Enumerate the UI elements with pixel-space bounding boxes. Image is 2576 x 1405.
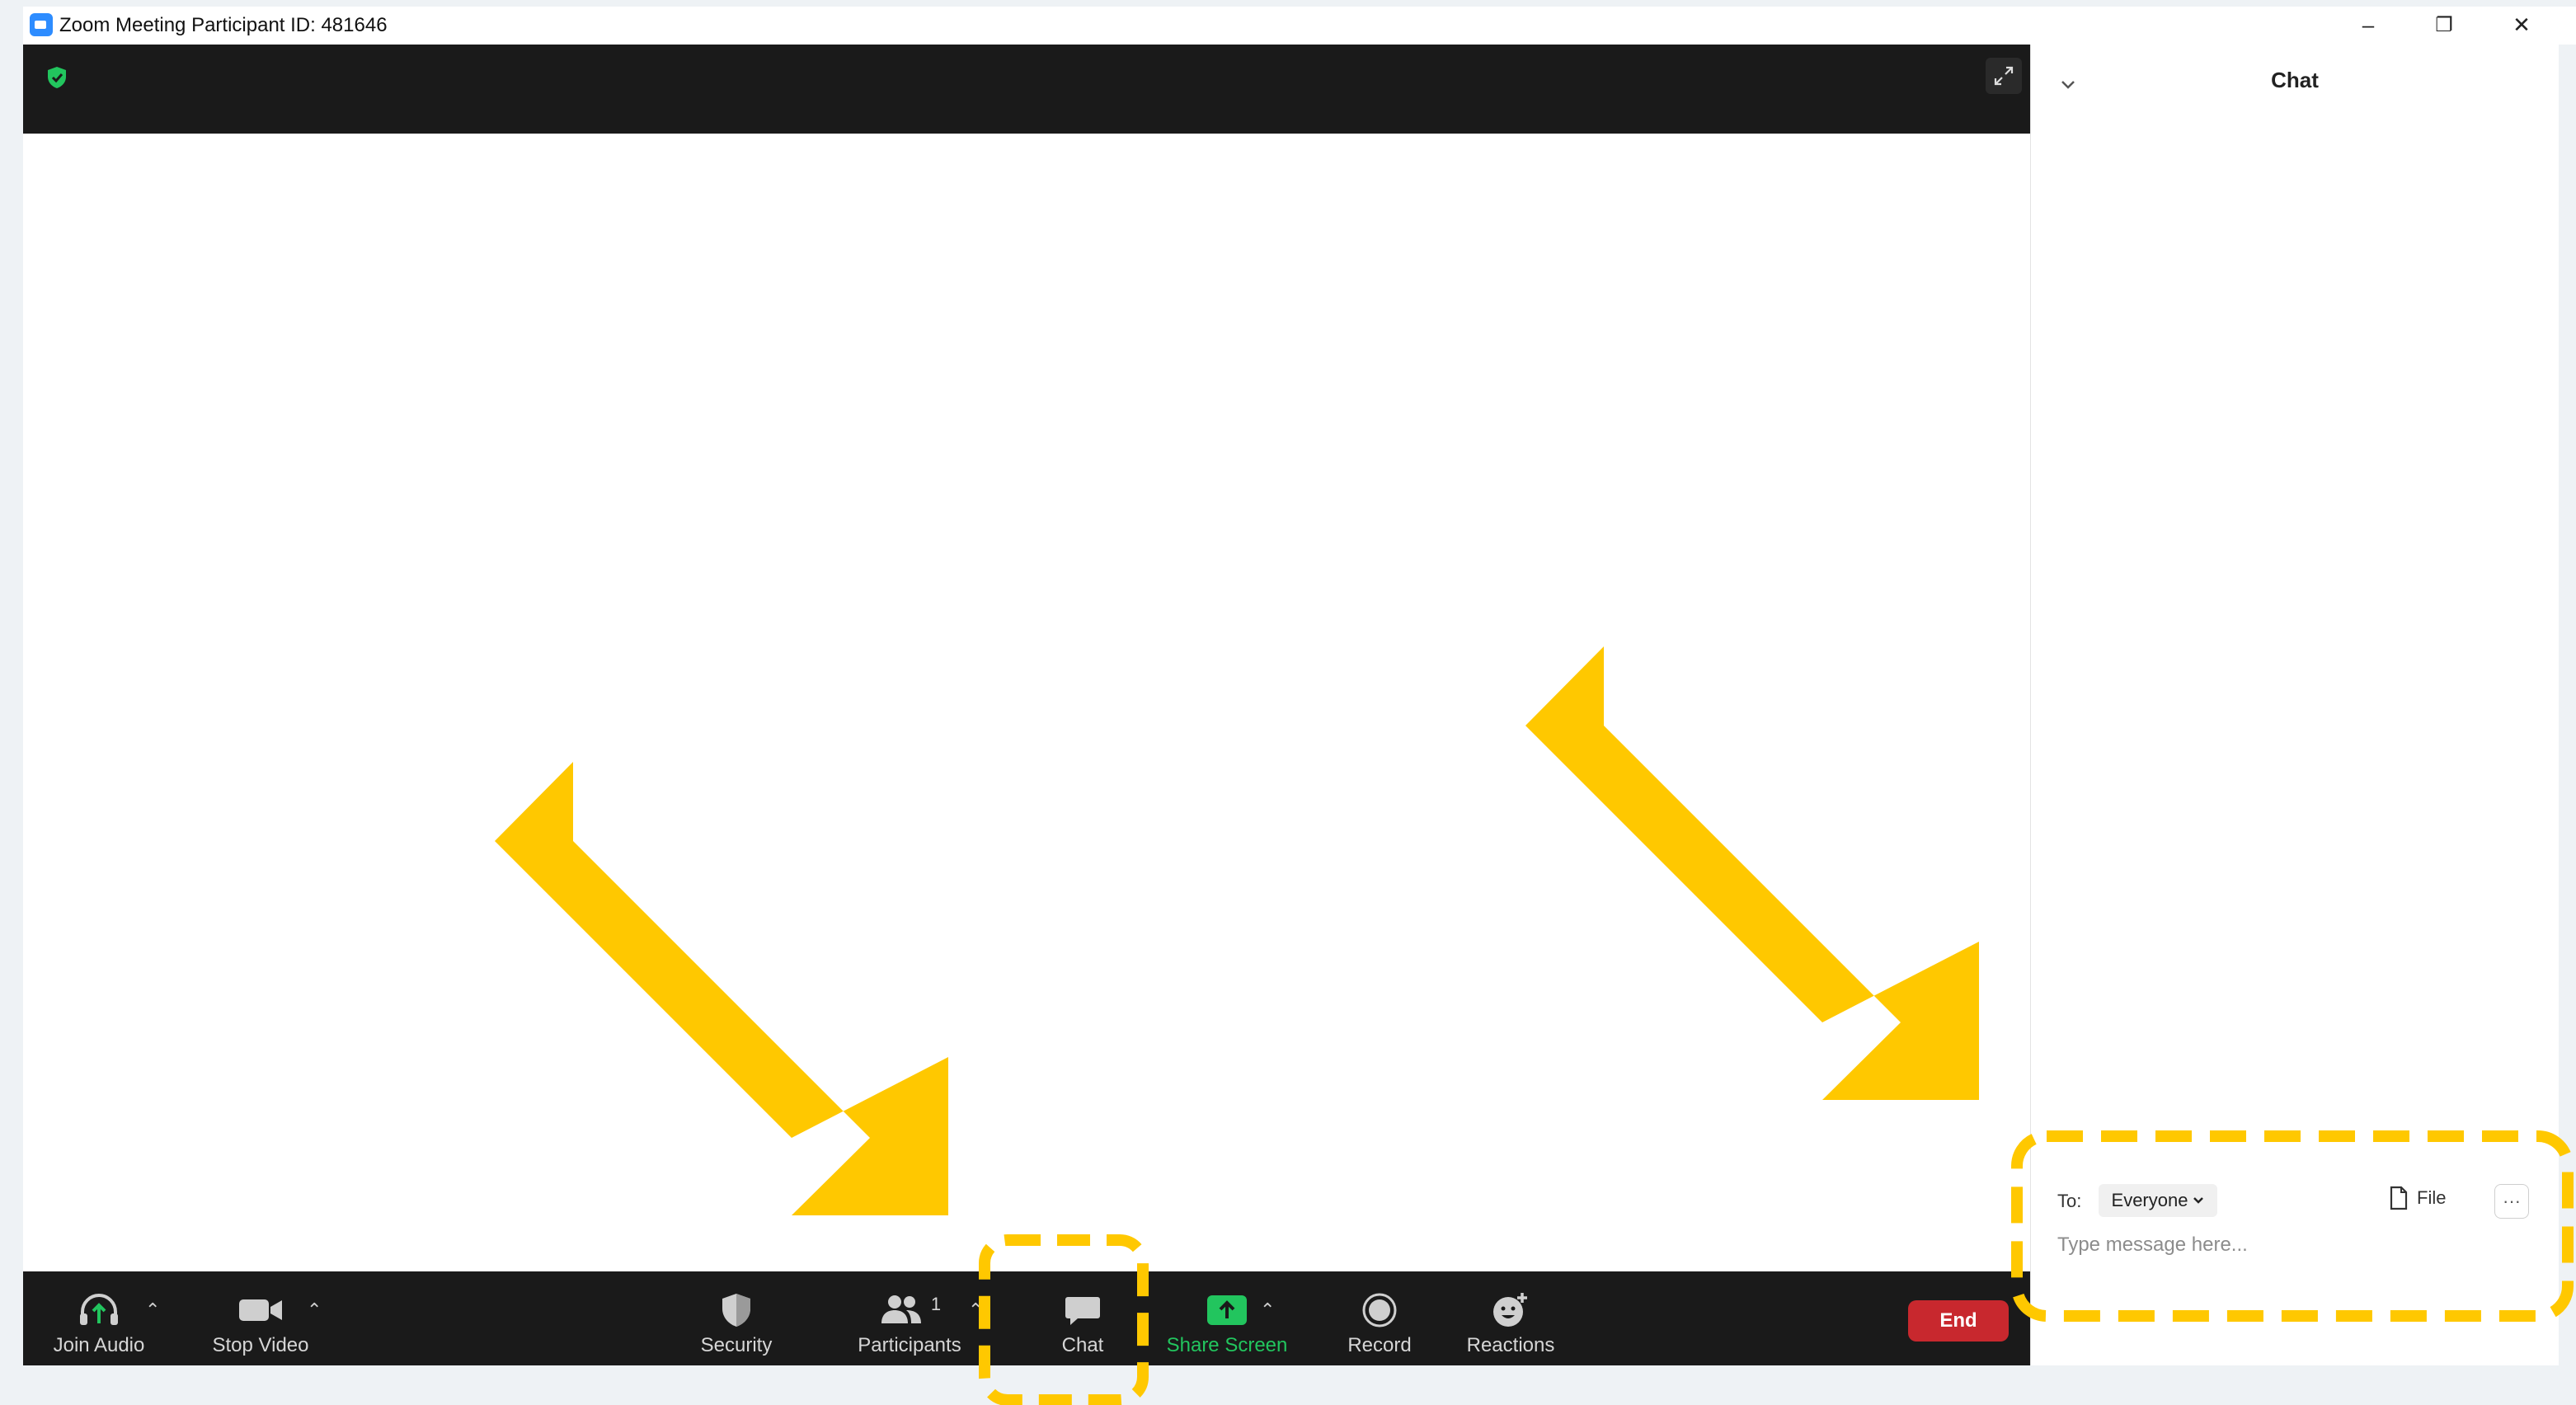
more-options-button[interactable]: ··· bbox=[2494, 1184, 2529, 1219]
record-button[interactable]: Record bbox=[1318, 1271, 1441, 1365]
encryption-shield-icon[interactable] bbox=[46, 66, 68, 89]
chevron-down-icon bbox=[2193, 1197, 2204, 1204]
reactions-icon bbox=[1493, 1293, 1527, 1327]
reactions-button[interactable]: Reactions bbox=[1445, 1271, 1577, 1365]
restore-button[interactable]: ❐ bbox=[2419, 10, 2469, 40]
file-label: File bbox=[2417, 1187, 2447, 1208]
end-button[interactable]: End bbox=[1908, 1300, 2009, 1342]
share-options-caret[interactable]: ⌃ bbox=[1260, 1299, 1275, 1321]
zoom-app-icon bbox=[30, 13, 53, 36]
chat-label: Chat bbox=[1061, 1334, 1104, 1356]
share-screen-label: Share Screen bbox=[1166, 1334, 1288, 1356]
zoom-window: Zoom Meeting Participant ID: 481646 – ❐ … bbox=[0, 0, 2576, 1405]
to-label: To: bbox=[2057, 1191, 2082, 1211]
share-screen-button[interactable]: Share Screen bbox=[1153, 1271, 1301, 1365]
file-icon bbox=[2390, 1186, 2408, 1210]
minimize-button[interactable]: – bbox=[2343, 10, 2393, 40]
file-button[interactable]: File bbox=[2389, 1186, 2446, 1210]
participants-button[interactable]: 1 Participants bbox=[839, 1271, 980, 1365]
stop-video-label: Stop Video bbox=[212, 1334, 309, 1356]
recipient-value: Everyone bbox=[2111, 1190, 2188, 1210]
participants-label: Participants bbox=[858, 1334, 961, 1356]
chat-button[interactable]: Chat bbox=[1021, 1271, 1145, 1365]
title-bar: Zoom Meeting Participant ID: 481646 – ❐ … bbox=[23, 7, 2576, 45]
join-audio-label: Join Audio bbox=[53, 1334, 145, 1356]
video-area bbox=[23, 134, 2030, 1271]
chat-panel: Chat To: Everyone File ··· bbox=[2030, 45, 2559, 1365]
share-screen-icon bbox=[1207, 1295, 1247, 1325]
recipient-select[interactable]: Everyone bbox=[2099, 1184, 2217, 1217]
participants-count: 1 bbox=[930, 1294, 942, 1314]
chat-panel-title: Chat bbox=[2271, 68, 2319, 92]
message-input[interactable] bbox=[2057, 1229, 2519, 1262]
fullscreen-icon bbox=[1994, 66, 2014, 86]
record-icon bbox=[1362, 1293, 1397, 1327]
participants-icon bbox=[881, 1295, 921, 1323]
participants-options-caret[interactable]: ⌃ bbox=[968, 1299, 983, 1321]
join-audio-button[interactable]: Join Audio bbox=[48, 1271, 150, 1365]
meeting-toolbar: Join Audio ⌃ Stop Video ⌃ Security 1 Par… bbox=[23, 1271, 2030, 1365]
fullscreen-button[interactable] bbox=[1986, 58, 2022, 94]
chat-bubble-icon bbox=[1065, 1297, 1100, 1325]
headphone-icon bbox=[80, 1294, 118, 1325]
window-title: Zoom Meeting Participant ID: 481646 bbox=[59, 14, 388, 36]
security-shield-icon bbox=[722, 1294, 750, 1327]
video-options-caret[interactable]: ⌃ bbox=[307, 1299, 322, 1321]
security-label: Security bbox=[700, 1334, 773, 1356]
close-button[interactable]: ✕ bbox=[2497, 10, 2546, 40]
stop-video-button[interactable]: Stop Video bbox=[203, 1271, 318, 1365]
record-label: Record bbox=[1347, 1334, 1412, 1356]
meeting-top-bar bbox=[23, 45, 2030, 134]
reactions-label: Reactions bbox=[1466, 1334, 1555, 1356]
security-button[interactable]: Security bbox=[675, 1271, 798, 1365]
audio-options-caret[interactable]: ⌃ bbox=[145, 1299, 160, 1321]
video-camera-icon bbox=[239, 1299, 282, 1321]
